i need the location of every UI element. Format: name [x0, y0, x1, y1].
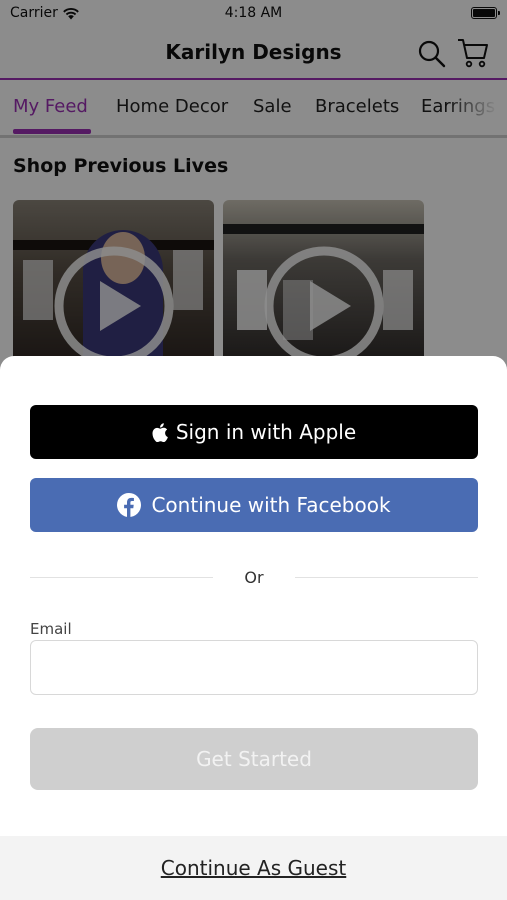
continue-as-guest-link[interactable]: Continue As Guest	[161, 856, 347, 880]
or-divider-right	[295, 577, 478, 578]
email-label: Email	[30, 620, 72, 638]
continue-facebook-button[interactable]: Continue with Facebook	[30, 478, 478, 532]
or-divider-left	[30, 577, 213, 578]
or-label: Or	[244, 568, 264, 587]
facebook-icon	[117, 493, 142, 517]
get-started-button[interactable]: Get Started	[30, 728, 478, 790]
sign-in-apple-button[interactable]: Sign in with Apple	[30, 405, 478, 459]
sign-in-sheet: Sign in with Apple Continue with Faceboo…	[0, 356, 507, 900]
apple-button-label: Sign in with Apple	[175, 420, 357, 444]
email-input[interactable]	[30, 640, 478, 695]
facebook-button-label: Continue with Facebook	[151, 493, 391, 517]
guest-bar: Continue As Guest	[0, 836, 507, 900]
apple-icon	[152, 422, 168, 442]
